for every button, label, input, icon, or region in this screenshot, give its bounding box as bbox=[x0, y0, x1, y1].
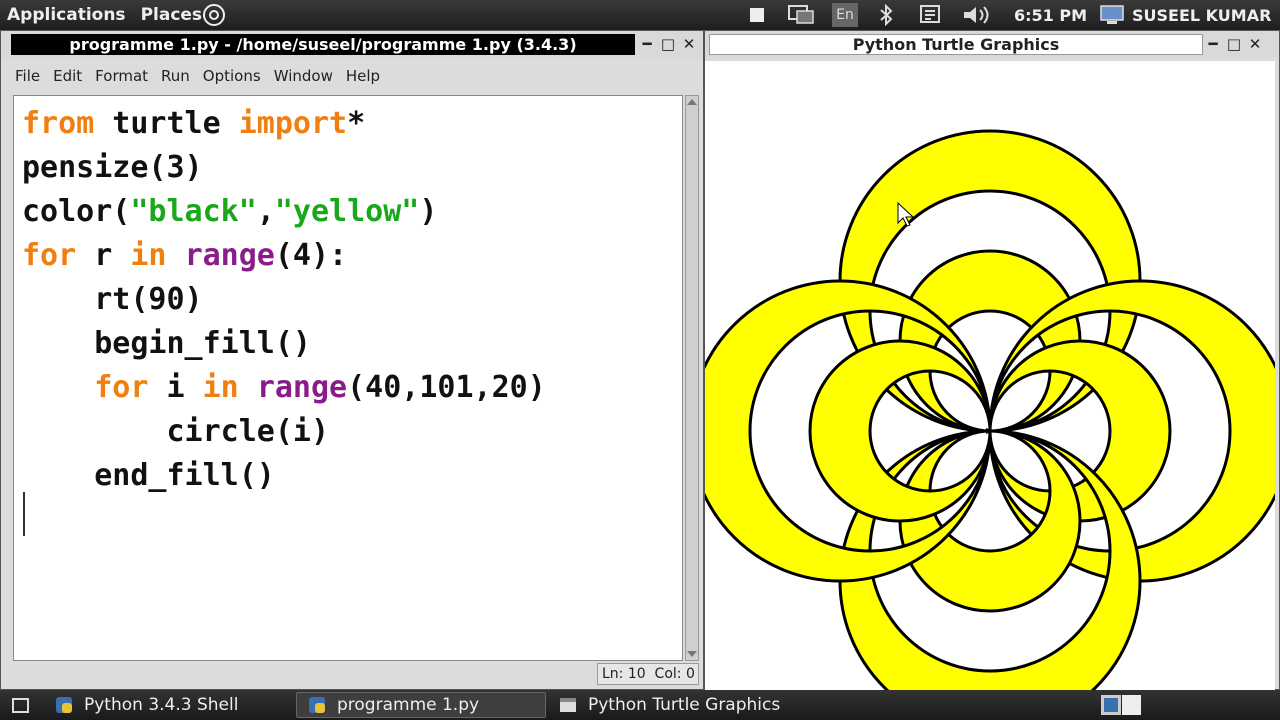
user-name[interactable]: SUSEEL KUMAR bbox=[1132, 6, 1271, 25]
code-line[interactable]: color("black","yellow") bbox=[22, 190, 682, 234]
menu-help[interactable]: Help bbox=[346, 67, 380, 85]
code-token: r bbox=[76, 238, 131, 273]
code-line[interactable]: for r in range(4): bbox=[22, 234, 682, 278]
code-token: (4): bbox=[274, 238, 348, 273]
menu-window[interactable]: Window bbox=[274, 67, 333, 85]
code-token: rt(90) bbox=[22, 282, 203, 317]
top-panel: Applications Places En 6:51 PM SUSEEL KU… bbox=[0, 0, 1280, 30]
menu-format[interactable]: Format bbox=[95, 67, 148, 85]
taskbar-item-label: Python 3.4.3 Shell bbox=[84, 695, 239, 715]
volume-icon[interactable] bbox=[960, 3, 996, 27]
turtle-drawing bbox=[688, 129, 1280, 720]
close-icon[interactable]: ✕ bbox=[681, 35, 697, 53]
code-token: , bbox=[256, 194, 275, 229]
taskbar: Python 3.4.3 Shell programme 1.py Python… bbox=[0, 690, 1280, 720]
show-desktop-icon[interactable] bbox=[2, 692, 32, 718]
code-line[interactable]: pensize(3) bbox=[22, 146, 682, 190]
taskbar-item-label: programme 1.py bbox=[337, 695, 480, 715]
code-line[interactable]: begin_fill() bbox=[22, 322, 682, 366]
editor-window: programme 1.py - /home/suseel/programme … bbox=[0, 30, 704, 690]
turtle-canvas[interactable] bbox=[688, 61, 1280, 720]
taskbar-item-label: Python Turtle Graphics bbox=[588, 695, 781, 715]
places-menu[interactable]: Places bbox=[141, 5, 202, 25]
turtle-title: Python Turtle Graphics bbox=[709, 34, 1203, 55]
minimize-icon[interactable]: ━ bbox=[1205, 35, 1221, 53]
editor-menubar: File Edit Format Run Options Window Help bbox=[9, 61, 699, 91]
bluetooth-icon[interactable] bbox=[874, 3, 898, 27]
code-token: * bbox=[347, 106, 366, 141]
python-icon bbox=[54, 695, 74, 715]
ubuntu-logo-icon[interactable] bbox=[200, 3, 228, 27]
code-token: circle(i) bbox=[22, 414, 330, 449]
code-token: color( bbox=[22, 194, 131, 229]
code-line[interactable]: circle(i) bbox=[22, 410, 682, 454]
vertical-scrollbar[interactable] bbox=[685, 95, 699, 661]
code-token: range bbox=[184, 238, 275, 273]
turtle-titlebar[interactable]: Python Turtle Graphics ━ □ ✕ bbox=[705, 31, 1279, 58]
code-token: "yellow" bbox=[274, 194, 420, 229]
code-line[interactable]: end_fill() bbox=[22, 454, 682, 498]
editor-title: programme 1.py - /home/suseel/programme … bbox=[11, 34, 635, 55]
code-token: "black" bbox=[130, 194, 257, 229]
code-token: (40,101,20) bbox=[347, 370, 546, 405]
code-token: turtle bbox=[94, 106, 239, 141]
cursor-position-status: Ln: 10 Col: 0 bbox=[597, 663, 699, 685]
editor-titlebar[interactable]: programme 1.py - /home/suseel/programme … bbox=[1, 31, 703, 58]
taskbar-item-shell[interactable]: Python 3.4.3 Shell bbox=[44, 692, 294, 718]
python-icon bbox=[307, 695, 327, 715]
code-line[interactable]: for i in range(40,101,20) bbox=[22, 366, 682, 410]
code-editor[interactable]: from turtle import* pensize(3) color("blac… bbox=[13, 95, 683, 661]
code-token: i bbox=[148, 370, 203, 405]
code-token: pensize(3) bbox=[22, 150, 203, 185]
code-token: begin_fill() bbox=[22, 326, 311, 361]
messaging-icon[interactable] bbox=[918, 3, 946, 27]
code-token: import bbox=[238, 106, 348, 141]
window-icon bbox=[558, 695, 578, 715]
user-monitor-icon[interactable] bbox=[1098, 3, 1126, 27]
applications-menu[interactable]: Applications bbox=[7, 5, 126, 25]
turtle-window: Python Turtle Graphics ━ □ ✕ bbox=[688, 30, 1280, 720]
keyboard-layout-indicator[interactable]: En bbox=[832, 3, 858, 27]
code-token: end_fill() bbox=[22, 458, 275, 493]
code-token: for bbox=[94, 370, 149, 405]
maximize-icon[interactable]: □ bbox=[1226, 35, 1242, 53]
code-token: in bbox=[202, 370, 239, 405]
menu-edit[interactable]: Edit bbox=[53, 67, 82, 85]
text-cursor bbox=[23, 492, 25, 536]
code-token: ) bbox=[419, 194, 438, 229]
taskbar-item-turtle[interactable]: Python Turtle Graphics bbox=[548, 692, 798, 718]
minimize-icon[interactable]: ━ bbox=[639, 35, 655, 53]
clock[interactable]: 6:51 PM bbox=[1014, 6, 1087, 25]
workspace-switcher[interactable] bbox=[1098, 692, 1144, 718]
code-token: for bbox=[22, 238, 77, 273]
code-token: in bbox=[130, 238, 167, 273]
maximize-icon[interactable]: □ bbox=[660, 35, 676, 53]
code-line[interactable]: from turtle import* bbox=[22, 102, 682, 146]
menu-options[interactable]: Options bbox=[203, 67, 261, 85]
taskbar-item-editor[interactable]: programme 1.py bbox=[296, 692, 546, 718]
code-token: range bbox=[256, 370, 348, 405]
network-icon[interactable] bbox=[786, 3, 816, 27]
code-line[interactable]: rt(90) bbox=[22, 278, 682, 322]
menu-run[interactable]: Run bbox=[161, 67, 190, 85]
close-icon[interactable]: ✕ bbox=[1247, 35, 1263, 53]
menu-file[interactable]: File bbox=[15, 67, 40, 85]
stop-icon[interactable] bbox=[746, 3, 768, 27]
code-token: from bbox=[22, 106, 95, 141]
